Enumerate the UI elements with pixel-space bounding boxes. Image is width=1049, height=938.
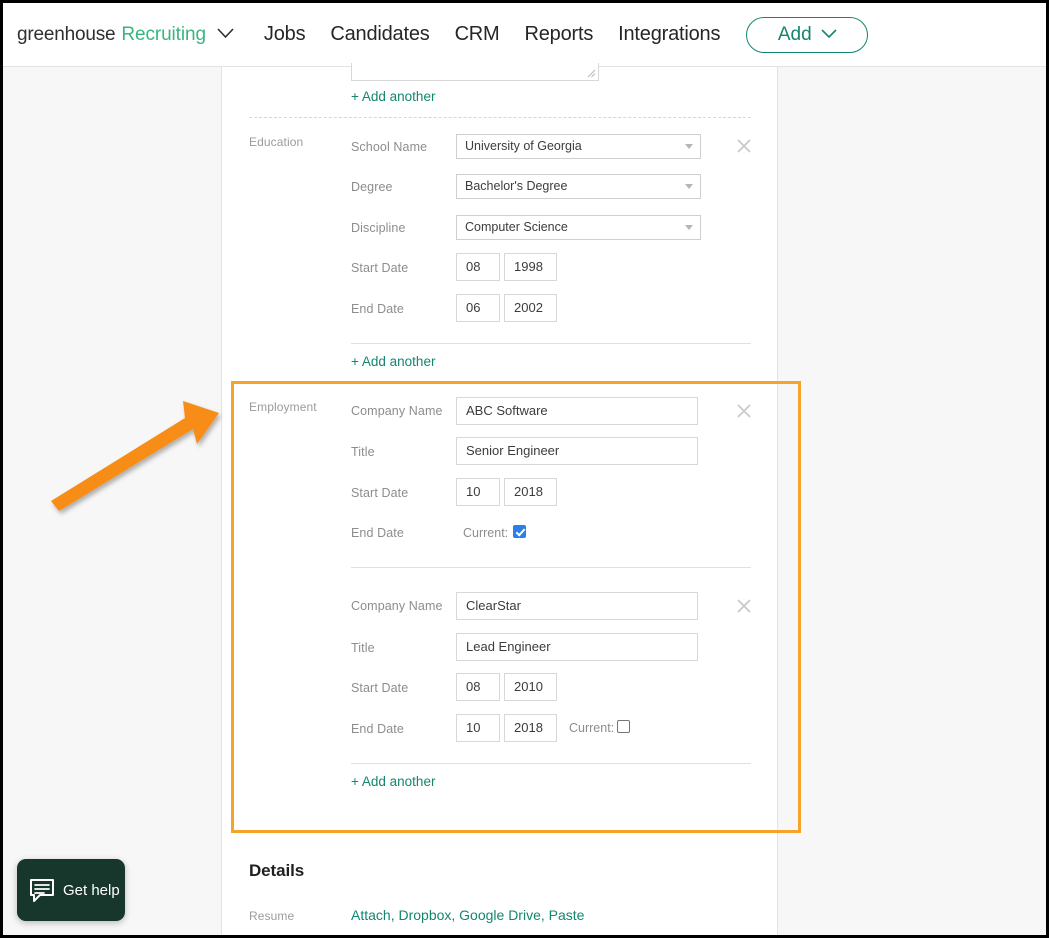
caret-down-icon [685, 184, 693, 189]
get-help-widget[interactable]: Get help [17, 859, 125, 921]
details-heading: Details [249, 861, 305, 880]
remove-education-entry-button[interactable] [735, 137, 753, 155]
nav-item-integrations[interactable]: Integrations [618, 23, 720, 46]
top-navigation-bar: greenhouse Recruiting Jobs Candidates CR… [3, 3, 1046, 67]
notes-textarea[interactable] [351, 63, 599, 81]
entry-divider [351, 567, 751, 568]
brand-secondary-text: Recruiting [121, 23, 206, 45]
input-education-start-month[interactable]: 08 [456, 253, 500, 281]
entry-divider [351, 763, 751, 764]
label-resume: Resume [249, 909, 295, 923]
section-label-employment: Employment [249, 400, 317, 414]
input-employment-start-year-1[interactable]: 2018 [504, 478, 557, 506]
chevron-down-icon [821, 26, 837, 44]
input-employment-end-month-2[interactable]: 10 [456, 714, 500, 742]
resume-upload-links[interactable]: Attach, Dropbox, Google Drive, Paste [351, 907, 584, 923]
section-label-education: Education [249, 135, 304, 149]
label-current-2: Current: [569, 721, 615, 735]
checkbox-current-2[interactable] [617, 720, 630, 733]
label-title-1: Title [351, 445, 375, 459]
chat-bubble-icon [30, 878, 54, 902]
section-divider [249, 117, 751, 118]
brand-primary-text: greenhouse [17, 23, 116, 45]
chevron-down-icon [217, 26, 234, 44]
add-button-label: Add [777, 23, 812, 45]
select-school-name[interactable]: University of Georgia [456, 134, 701, 159]
label-company-name-2: Company Name [351, 599, 443, 613]
add-another-employment-link[interactable]: + Add another [351, 774, 435, 789]
caret-down-icon [685, 225, 693, 230]
nav-item-jobs[interactable]: Jobs [264, 23, 306, 46]
label-employment-end-date-2: End Date [351, 722, 404, 736]
select-discipline-value: Computer Science [465, 220, 568, 234]
add-another-education-link[interactable]: + Add another [351, 354, 435, 369]
input-education-end-year[interactable]: 2002 [504, 294, 557, 322]
primary-nav-links: Jobs Candidates CRM Reports Integrations [264, 23, 721, 46]
label-education-end-date: End Date [351, 302, 404, 316]
caret-down-icon [685, 144, 693, 149]
label-current-1: Current: [463, 526, 509, 540]
input-title-2[interactable]: Lead Engineer [456, 633, 698, 661]
input-employment-start-year-2[interactable]: 2010 [504, 673, 557, 701]
select-school-name-value: University of Georgia [465, 139, 582, 153]
label-title-2: Title [351, 641, 375, 655]
greenhouse-logo[interactable]: greenhouse Recruiting [17, 24, 234, 46]
input-education-start-year[interactable]: 1998 [504, 253, 557, 281]
get-help-label: Get help [63, 881, 120, 899]
select-degree[interactable]: Bachelor's Degree [456, 174, 701, 199]
label-education-start-date: Start Date [351, 261, 409, 275]
label-company-name-1: Company Name [351, 404, 443, 418]
input-education-end-month[interactable]: 06 [456, 294, 500, 322]
nav-item-candidates[interactable]: Candidates [330, 23, 429, 46]
label-employment-start-date-2: Start Date [351, 681, 409, 695]
nav-item-crm[interactable]: CRM [455, 23, 500, 46]
resize-handle-icon[interactable] [587, 69, 596, 78]
label-employment-start-date-1: Start Date [351, 486, 409, 500]
input-employment-start-month-1[interactable]: 10 [456, 478, 500, 506]
remove-employment-entry-1-button[interactable] [735, 402, 753, 420]
input-company-name-1[interactable]: ABC Software [456, 397, 698, 425]
nav-item-reports[interactable]: Reports [525, 23, 594, 46]
entry-divider [351, 343, 751, 344]
label-school-name: School Name [351, 140, 428, 154]
remove-employment-entry-2-button[interactable] [735, 597, 753, 615]
input-employment-start-month-2[interactable]: 08 [456, 673, 500, 701]
select-degree-value: Bachelor's Degree [465, 179, 568, 193]
input-company-name-2[interactable]: ClearStar [456, 592, 698, 620]
add-another-link-top[interactable]: + Add another [351, 89, 435, 104]
app-screenshot: greenhouse Recruiting Jobs Candidates CR… [0, 0, 1049, 938]
checkbox-current-1[interactable] [513, 525, 526, 538]
input-employment-end-year-2[interactable]: 2018 [504, 714, 557, 742]
label-discipline: Discipline [351, 221, 406, 235]
label-employment-end-date-1: End Date [351, 526, 404, 540]
add-button[interactable]: Add [746, 16, 869, 53]
label-degree: Degree [351, 180, 393, 194]
select-discipline[interactable]: Computer Science [456, 215, 701, 240]
input-title-1[interactable]: Senior Engineer [456, 437, 698, 465]
